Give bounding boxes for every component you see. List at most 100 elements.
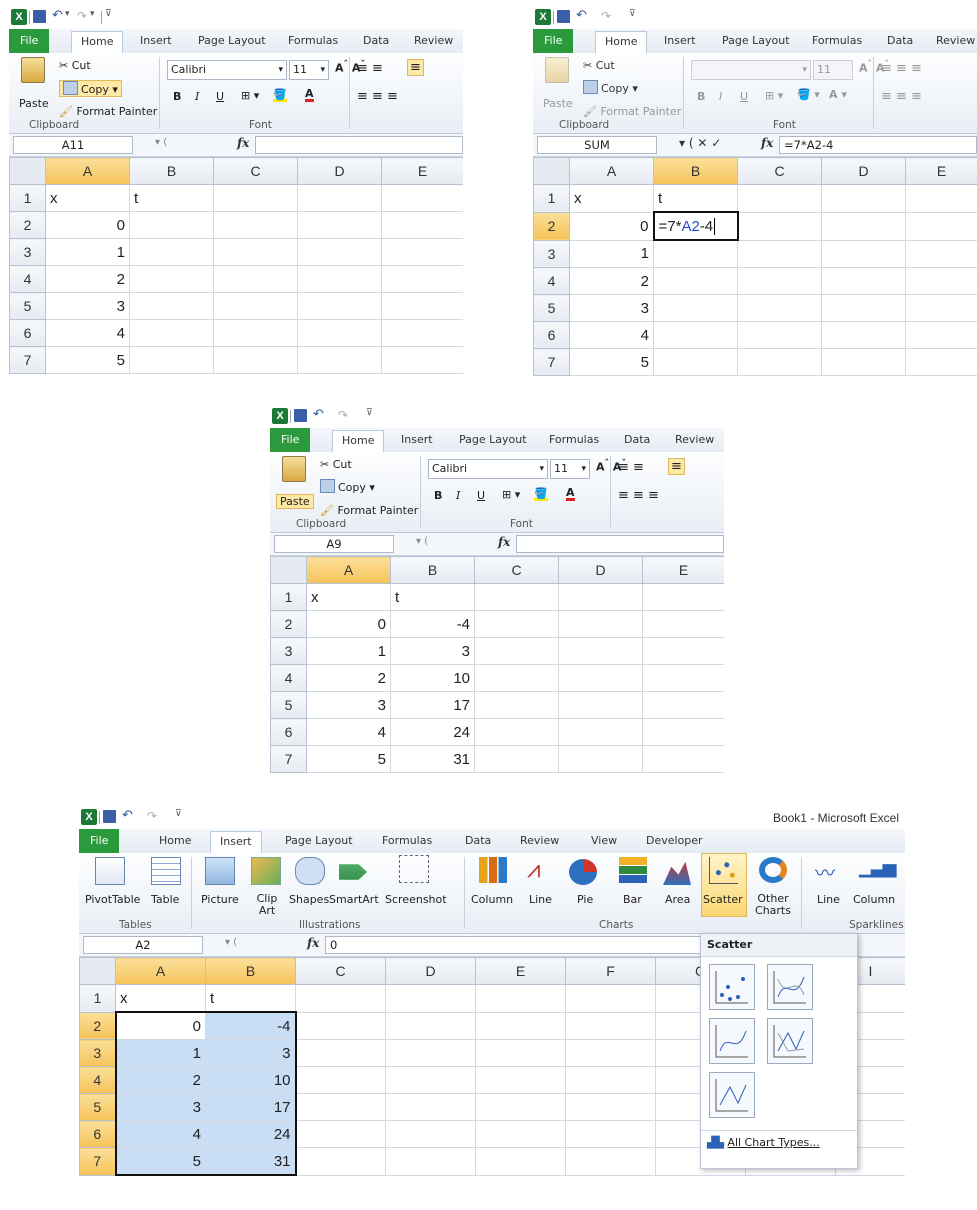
tab-page-layout[interactable]: Page Layout — [459, 433, 527, 446]
bold-button[interactable]: B — [173, 90, 181, 103]
name-box[interactable]: SUM — [537, 136, 657, 154]
tab-file[interactable]: File — [9, 29, 50, 53]
cell[interactable] — [642, 745, 724, 773]
cell-b2-editing[interactable]: =7*A2-4 — [652, 211, 739, 241]
cell[interactable] — [558, 745, 643, 773]
cell[interactable] — [213, 319, 298, 347]
cell[interactable] — [737, 321, 822, 349]
select-all-corner[interactable] — [9, 157, 46, 185]
scatter-smooth-lines-option[interactable] — [709, 1018, 755, 1064]
bold-button[interactable]: B — [434, 489, 442, 502]
row-header[interactable]: 2 — [533, 211, 570, 241]
cell[interactable] — [297, 346, 382, 374]
shapes-button[interactable]: Shapes — [289, 893, 329, 906]
cell[interactable] — [297, 265, 382, 293]
fx-icon[interactable]: fx — [237, 136, 249, 150]
redo-icon[interactable]: ↷ — [338, 408, 348, 422]
cell[interactable] — [385, 1120, 476, 1148]
bar-chart-icon[interactable] — [619, 857, 647, 883]
other-charts-icon[interactable] — [759, 857, 787, 883]
row-header[interactable]: 3 — [79, 1039, 116, 1067]
tab-data[interactable]: Data — [624, 433, 650, 446]
column-chart-button[interactable]: Column — [471, 893, 513, 906]
column-header-b[interactable]: B — [390, 556, 475, 584]
tab-file[interactable]: File — [533, 29, 574, 53]
sparkline-line-button[interactable]: Line — [817, 893, 840, 906]
cell[interactable] — [385, 1066, 476, 1094]
underline-button[interactable]: U — [216, 90, 224, 103]
pie-chart-icon[interactable] — [569, 859, 597, 885]
tab-home[interactable]: Home — [159, 834, 191, 847]
customize-qat-icon[interactable]: ⊽ — [105, 9, 112, 19]
cell[interactable] — [385, 1147, 476, 1176]
cell-b1[interactable]: t — [390, 583, 475, 611]
picture-icon[interactable] — [205, 857, 235, 885]
tab-data[interactable]: Data — [887, 34, 913, 47]
row-header[interactable]: 3 — [270, 637, 307, 665]
cell[interactable] — [905, 267, 977, 295]
row-header[interactable]: 1 — [9, 184, 46, 212]
column-header-e[interactable]: E — [905, 157, 977, 185]
cell-a1[interactable]: x — [569, 184, 654, 213]
cell[interactable] — [385, 1011, 476, 1040]
row-header[interactable]: 3 — [9, 238, 46, 266]
cell-b7[interactable]: 31 — [390, 745, 475, 773]
align-bottom-icon[interactable]: ≡ — [668, 458, 685, 475]
cell[interactable] — [558, 691, 643, 719]
save-icon[interactable] — [294, 409, 307, 422]
cell-b2[interactable]: -4 — [390, 610, 475, 638]
cell[interactable] — [905, 348, 977, 376]
tab-data[interactable]: Data — [363, 34, 389, 47]
cell[interactable] — [558, 664, 643, 692]
column-header-e[interactable]: E — [381, 157, 463, 185]
formula-input[interactable]: 0 — [325, 936, 725, 954]
name-box[interactable]: A2 — [83, 936, 203, 954]
cell[interactable] — [295, 1066, 386, 1094]
tab-review[interactable]: Review — [675, 433, 714, 446]
tab-insert[interactable]: Insert — [210, 831, 262, 853]
smartart-button[interactable]: SmartArt — [329, 893, 379, 906]
font-size-select[interactable]: 11 ▾ — [550, 459, 590, 479]
underline-button[interactable]: U — [477, 489, 485, 502]
font-color-icon[interactable]: A — [566, 486, 575, 501]
font-color-icon[interactable]: A — [305, 87, 314, 102]
column-header-a[interactable]: A — [569, 157, 654, 185]
tab-formulas[interactable]: Formulas — [382, 834, 432, 847]
row-header[interactable]: 7 — [270, 745, 307, 773]
cell[interactable] — [475, 1011, 566, 1040]
column-header-c[interactable]: C — [295, 957, 386, 985]
tab-home[interactable]: Home — [595, 31, 648, 53]
all-chart-types-button[interactable]: ▟▙ All Chart Types... — [707, 1136, 820, 1149]
scatter-chart-button[interactable]: Scatter — [703, 893, 743, 906]
cell[interactable] — [297, 292, 382, 320]
smartart-icon[interactable] — [339, 864, 367, 880]
cell[interactable] — [642, 691, 724, 719]
cell[interactable] — [381, 184, 463, 212]
cut-button[interactable]: ✂ Cut — [59, 59, 91, 72]
scatter-straight-lines-markers-option[interactable] — [767, 1018, 813, 1064]
align-text-icon[interactable]: ≡ ≡ ≡ — [618, 488, 659, 503]
tab-formulas[interactable]: Formulas — [288, 34, 338, 47]
paste-icon[interactable] — [282, 456, 306, 482]
tab-insert[interactable]: Insert — [140, 34, 172, 47]
cell[interactable] — [381, 238, 463, 266]
cell-a4[interactable]: 2 — [114, 1066, 206, 1094]
cell[interactable] — [642, 718, 724, 746]
redo-icon[interactable]: ↷ — [77, 9, 87, 23]
italic-button[interactable]: I — [195, 90, 199, 103]
cell-a3[interactable]: 1 — [45, 238, 130, 266]
column-header-b[interactable]: B — [205, 957, 296, 985]
cell[interactable] — [475, 1066, 566, 1094]
column-header-e[interactable]: E — [475, 957, 566, 985]
cell[interactable] — [295, 1120, 386, 1148]
area-chart-button[interactable]: Area — [665, 893, 690, 906]
cell[interactable] — [737, 267, 822, 295]
cell[interactable] — [295, 1039, 386, 1067]
tab-page-layout[interactable]: Page Layout — [722, 34, 790, 47]
row-header[interactable]: 2 — [9, 211, 46, 239]
cell-b5[interactable]: 17 — [390, 691, 475, 719]
tab-page-layout[interactable]: Page Layout — [285, 834, 353, 847]
cell[interactable] — [213, 211, 298, 239]
cell-b2[interactable]: -4 — [205, 1011, 297, 1040]
column-header-f[interactable]: F — [565, 957, 656, 985]
